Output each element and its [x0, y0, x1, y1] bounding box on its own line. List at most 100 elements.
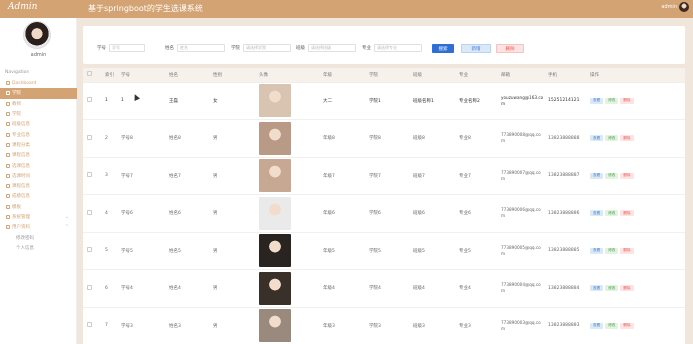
sidebar-item-4[interactable]: 班级信息 — [0, 119, 77, 129]
sidebar-item-13[interactable]: 系统管理 ⌄ — [0, 212, 77, 222]
view-button[interactable]: 查看 — [590, 285, 604, 292]
top-bar: Admin 基于springboot的学生选课系统 admin — [0, 0, 693, 18]
edit-button[interactable]: 修改 — [605, 210, 619, 217]
cell-major: 专业6 — [455, 194, 497, 233]
row-checkbox[interactable] — [87, 284, 92, 290]
column-header[interactable]: 邮箱 — [497, 68, 544, 83]
edit-button[interactable]: 修改 — [605, 135, 619, 142]
view-button[interactable]: 查看 — [590, 172, 604, 179]
sidebar-item-2[interactable]: 教师 — [0, 99, 77, 109]
row-checkbox[interactable] — [87, 97, 92, 103]
row-delete-button[interactable]: 删除 — [620, 135, 634, 142]
search-button[interactable]: 搜索 — [432, 44, 454, 53]
cell-major: 专业5 — [455, 232, 497, 270]
sidebar-item-0[interactable]: Dashboard — [0, 78, 77, 88]
sidebar-item-12[interactable]: 模板 — [0, 202, 77, 212]
cell-name: 姓名8 — [165, 119, 209, 158]
major-label: 专业 — [362, 46, 371, 51]
column-header[interactable]: 班级 — [409, 68, 455, 83]
actions-cell: 查看 修改 删除 — [586, 269, 685, 308]
sidebar-item-label: 课程信息 — [12, 184, 30, 190]
row-checkbox[interactable] — [87, 172, 92, 178]
sidebar-item-label: 班级信息 — [12, 122, 30, 128]
sidebar-item-14[interactable]: 用户资料 ⌃ — [0, 222, 77, 232]
cell-sex: 男 — [209, 307, 255, 344]
delete-button[interactable]: 删除 — [496, 44, 524, 53]
edit-button[interactable]: 修改 — [605, 172, 619, 179]
sidebar-item-10[interactable]: 课程信息 — [0, 181, 77, 191]
column-header[interactable]: 学号 — [117, 68, 165, 83]
sidebar-item-label: 系统管理 — [12, 215, 30, 220]
cell-index: 2 — [101, 119, 117, 158]
student-photo[interactable] — [259, 271, 291, 305]
sidebar-item-15[interactable]: 修改密码 — [0, 232, 77, 242]
top-user-menu[interactable]: admin — [661, 2, 689, 12]
sidebar-item-7[interactable]: 课程信息 — [0, 150, 77, 160]
student-photo[interactable] — [259, 159, 291, 193]
avatar-cell — [255, 157, 319, 195]
sidebar-item-16[interactable]: 个人信息 — [0, 243, 77, 253]
column-header[interactable]: 性别 — [209, 68, 255, 83]
student-photo[interactable] — [259, 121, 291, 155]
student-photo[interactable] — [259, 234, 291, 268]
cell-phone: 13823888885 — [544, 232, 586, 270]
edit-button[interactable]: 修改 — [605, 322, 619, 329]
row-checkbox[interactable] — [87, 322, 92, 328]
edit-button[interactable]: 修改 — [605, 285, 619, 292]
row-delete-button[interactable]: 删除 — [620, 247, 634, 254]
column-header[interactable]: 学院 — [365, 68, 409, 83]
grid-icon — [6, 91, 10, 96]
app-logo[interactable]: Admin — [8, 2, 37, 12]
xuehao-input[interactable]: 学号 — [109, 44, 145, 52]
row-delete-button[interactable]: 删除 — [620, 322, 634, 329]
column-header[interactable]: 头像 — [255, 68, 319, 83]
student-photo[interactable] — [259, 309, 291, 343]
row-checkbox[interactable] — [87, 209, 92, 215]
select-all-checkbox[interactable] — [87, 71, 92, 77]
column-header[interactable]: 年级 — [319, 68, 365, 83]
cell-sex: 男 — [209, 157, 255, 195]
view-button[interactable]: 查看 — [590, 210, 604, 217]
row-checkbox[interactable] — [87, 134, 92, 140]
cell-grade: 年级7 — [319, 157, 365, 195]
sidebar-item-8[interactable]: 选课信息 — [0, 160, 77, 170]
sidebar-item-1[interactable]: 学院 — [0, 88, 77, 99]
major-select[interactable]: 请选择专业 — [374, 44, 422, 52]
class-select[interactable]: 请选择班级 — [308, 44, 356, 52]
column-header[interactable]: 手机 — [544, 68, 586, 83]
sidebar-item-label: 学院 — [12, 91, 21, 97]
select-all-header[interactable] — [83, 68, 101, 83]
college-select[interactable]: 请选择学院 — [243, 44, 291, 52]
student-photo[interactable] — [259, 196, 291, 230]
view-button[interactable]: 查看 — [590, 247, 604, 254]
sidebar-item-11[interactable]: 成绩信息 — [0, 191, 77, 201]
column-header[interactable]: 姓名 — [165, 68, 209, 83]
row-delete-button[interactable]: 删除 — [620, 210, 634, 217]
add-button[interactable]: 新增 — [461, 44, 491, 53]
row-delete-button[interactable]: 删除 — [620, 285, 634, 292]
edit-button[interactable]: 修改 — [605, 247, 619, 254]
sidebar-item-9[interactable]: 选课时间 — [0, 171, 77, 181]
sidebar-item-5[interactable]: 专业信息 — [0, 129, 77, 139]
column-header[interactable]: 操作 — [586, 68, 685, 83]
column-header[interactable]: 专业 — [455, 68, 497, 83]
sidebar-item-6[interactable]: 课程分类 — [0, 140, 77, 150]
row-checkbox[interactable] — [87, 247, 92, 253]
table-header-row: 索引 学号 姓名 性别 头像 年级 学院 班级 专业 邮箱 手机 操作 — [83, 68, 685, 83]
cell-college: 学院7 — [365, 157, 409, 195]
column-header[interactable]: 索引 — [101, 68, 117, 83]
row-delete-button[interactable]: 删除 — [620, 97, 634, 104]
cell-phone: 13823888888 — [544, 119, 586, 158]
cell-name: 姓名5 — [165, 232, 209, 270]
name-input[interactable]: 姓名 — [177, 44, 225, 52]
view-button[interactable]: 查看 — [590, 135, 604, 142]
sidebar-item-3[interactable]: 学院 — [0, 109, 77, 119]
cell-email: 773890004@qq.com — [497, 269, 544, 308]
edit-button[interactable]: 修改 — [605, 97, 619, 104]
row-delete-button[interactable]: 删除 — [620, 172, 634, 179]
view-button[interactable]: 查看 — [590, 97, 604, 104]
student-photo[interactable] — [259, 84, 291, 118]
view-button[interactable]: 查看 — [590, 322, 604, 329]
top-avatar[interactable] — [679, 2, 689, 12]
sidebar-item-label: 选课信息 — [12, 163, 30, 169]
